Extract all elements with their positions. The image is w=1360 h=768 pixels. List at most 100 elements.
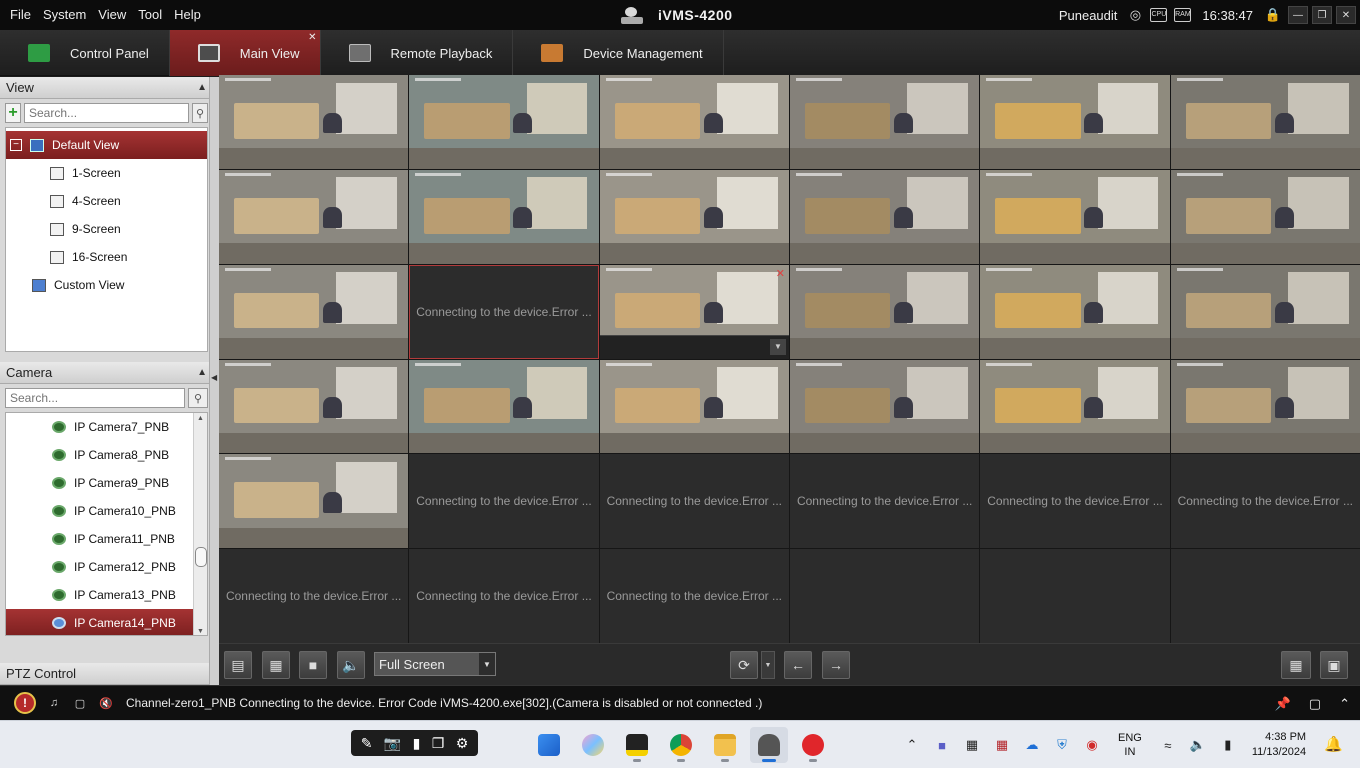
tree-9-screen[interactable]: 9-Screen (6, 215, 207, 243)
battery-icon[interactable]: ▮ (1218, 735, 1238, 755)
record-icon[interactable]: ◉ (1082, 735, 1102, 755)
close-button[interactable]: ✕ (1336, 6, 1356, 24)
video-tile[interactable] (1170, 264, 1360, 359)
camera-item[interactable]: IP Camera10_PNB (6, 497, 207, 525)
video-tile[interactable] (409, 359, 599, 454)
ptz-panel-header[interactable]: PTZ Control (0, 663, 213, 685)
collapse-left-icon[interactable]: ◀ (211, 373, 217, 382)
tile-control-bar[interactable]: ▼ (599, 334, 789, 359)
minimize-button[interactable]: — (1288, 6, 1308, 24)
scroll-thumb[interactable] (195, 547, 207, 567)
volume-icon[interactable]: 🔈 (1188, 735, 1208, 755)
cpu-icon[interactable]: CPU (1150, 8, 1168, 22)
window-icon[interactable]: ▢ (1309, 696, 1321, 712)
taskbar-sticky-notes[interactable] (618, 727, 656, 763)
taskbar-file-explorer[interactable] (706, 727, 744, 763)
tab-main-view[interactable]: Main View ✕ (169, 30, 321, 76)
taskbar-wps[interactable] (794, 727, 832, 763)
chevron-up-icon[interactable]: ⌃ (902, 735, 922, 755)
error-tile[interactable]: Connecting to the device.Error ... (599, 549, 789, 643)
auto-switch-dropdown[interactable]: ▼ (761, 651, 775, 679)
video-tile[interactable] (219, 454, 409, 549)
alarm-sound-icon[interactable]: ♫ (46, 696, 62, 710)
menu-system[interactable]: System (37, 0, 92, 30)
error-tile[interactable]: Connecting to the device.Error ... (409, 264, 599, 359)
chevron-up-icon[interactable]: ▲ (197, 82, 207, 93)
auto-switch-button[interactable]: ⟳ (730, 651, 758, 679)
menu-help[interactable]: Help (168, 0, 207, 30)
wifi-icon[interactable]: ≈ (1158, 735, 1178, 755)
mute-button[interactable]: 🔈 (337, 651, 365, 679)
video-tile[interactable] (599, 75, 789, 169)
tree-16-screen[interactable]: 16-Screen (6, 243, 207, 271)
snip-edit-icon[interactable]: ✎ (361, 735, 373, 752)
chevron-up-icon[interactable]: ▲ (197, 367, 207, 378)
error-tile[interactable]: Connecting to the device.Error ... (980, 454, 1170, 549)
lock-icon[interactable]: 🔒 (1265, 7, 1281, 23)
tab-control-panel[interactable]: Control Panel (0, 30, 170, 76)
video-tile[interactable] (980, 169, 1170, 264)
chevron-down-icon[interactable]: ▼ (769, 338, 786, 355)
video-tile[interactable] (409, 169, 599, 264)
save-view-button[interactable]: ▤ (224, 651, 252, 679)
tray-app-icon-2[interactable]: ▦ (992, 735, 1012, 755)
taskbar-ivms[interactable] (750, 727, 788, 763)
camera-panel-header[interactable]: Camera ▲ (0, 362, 213, 384)
camera-search-input[interactable] (5, 388, 185, 408)
video-tile[interactable] (980, 264, 1170, 359)
onedrive-icon[interactable]: ☁ (1022, 735, 1042, 755)
camera-scrollbar[interactable]: ▲ ▼ (193, 413, 207, 635)
notification-bell-icon[interactable]: 🔔 (1324, 735, 1343, 753)
video-tile[interactable] (219, 264, 409, 359)
panel-splitter[interactable]: ◀ (209, 77, 219, 685)
video-tile[interactable] (980, 75, 1170, 169)
collapse-icon[interactable]: − (10, 139, 22, 151)
error-tile[interactable]: Connecting to the device.Error ... (219, 549, 409, 643)
ram-icon[interactable]: RAM (1174, 8, 1192, 22)
error-tile[interactable]: Connecting to the device.Error ... (789, 454, 980, 549)
video-tile[interactable] (789, 264, 980, 359)
video-tile[interactable] (789, 359, 980, 454)
tree-4-screen[interactable]: 4-Screen (6, 187, 207, 215)
video-tile[interactable] (1170, 75, 1360, 169)
tray-app-icon[interactable]: ▦ (962, 735, 982, 755)
layout-button[interactable]: ▦ (262, 651, 290, 679)
language-indicator[interactable]: ENG IN (1118, 731, 1142, 759)
video-tile[interactable] (409, 75, 599, 169)
scroll-up-icon[interactable]: ▲ (197, 415, 204, 422)
tab-remote-playback[interactable]: Remote Playback (321, 30, 514, 76)
empty-tile[interactable] (1170, 549, 1360, 643)
video-tile[interactable] (1170, 169, 1360, 264)
search-icon[interactable]: ⚲ (192, 103, 208, 123)
video-record-icon[interactable]: ▮ (413, 735, 421, 752)
view-search-input[interactable] (24, 103, 189, 123)
previous-page-button[interactable]: ← (784, 651, 812, 679)
video-tile[interactable] (599, 169, 789, 264)
camera-item-selected[interactable]: IP Camera14_PNB (6, 609, 207, 635)
tab-close-icon[interactable]: ✕ (308, 32, 316, 43)
error-tile[interactable]: Connecting to the device.Error ... (1170, 454, 1360, 549)
error-tile[interactable]: Connecting to the device.Error ... (409, 549, 599, 643)
scroll-down-icon[interactable]: ▼ (197, 628, 204, 635)
camera-item[interactable]: IP Camera11_PNB (6, 525, 207, 553)
camera-item[interactable]: IP Camera7_PNB (6, 413, 207, 441)
video-tile[interactable] (1170, 359, 1360, 454)
video-tile[interactable] (789, 75, 980, 169)
camera-item[interactable]: IP Camera12_PNB (6, 553, 207, 581)
window-snip-icon[interactable]: ❐ (432, 735, 445, 752)
chevron-down-icon[interactable]: ▼ (479, 653, 495, 675)
view-panel-header[interactable]: View ▲ (0, 77, 213, 99)
globe-icon[interactable]: ◎ (1127, 7, 1143, 23)
window-division-button[interactable]: ▦ (1281, 651, 1311, 679)
error-tile[interactable]: Connecting to the device.Error ... (599, 454, 789, 549)
menu-tool[interactable]: Tool (132, 0, 168, 30)
video-tile[interactable] (219, 169, 409, 264)
menu-file[interactable]: File (4, 0, 37, 30)
video-tile[interactable] (219, 75, 409, 169)
pin-icon[interactable]: 📌 (1275, 696, 1291, 712)
fullscreen-button[interactable]: ▣ (1320, 651, 1348, 679)
start-button[interactable] (530, 727, 568, 763)
tree-default-view[interactable]: − Default View (6, 131, 207, 159)
video-tile[interactable] (599, 359, 789, 454)
empty-tile[interactable] (789, 549, 980, 643)
